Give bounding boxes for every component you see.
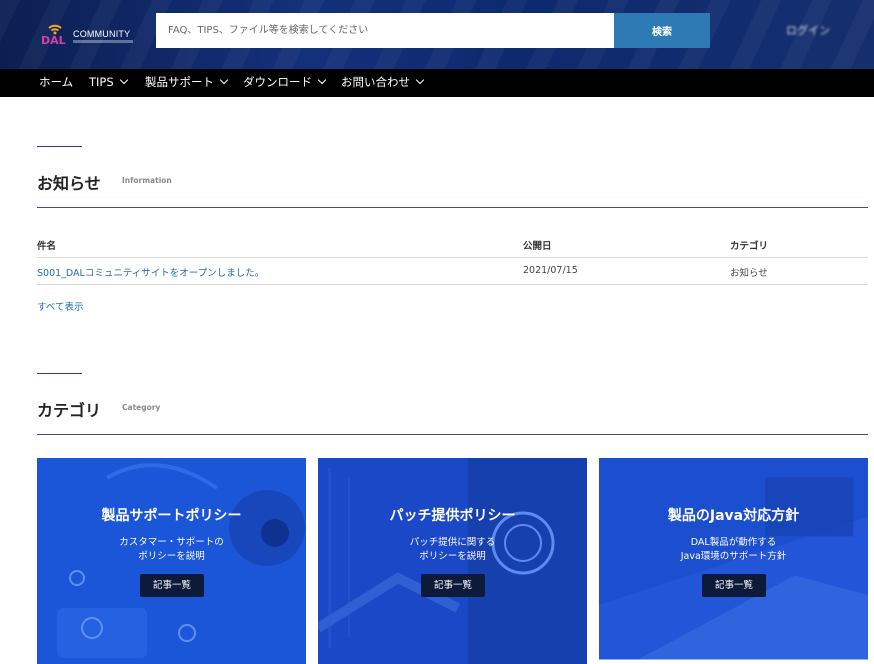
articles-button[interactable]: 記事一覧: [421, 574, 485, 597]
news-section-subtitle: Information: [122, 176, 172, 185]
card-description-line: ポリシーを説明: [138, 551, 205, 562]
logo-tagline-bar: [73, 40, 133, 43]
chevron-down-icon: [119, 75, 128, 85]
nav-item-download[interactable]: ダウンロード: [243, 69, 327, 97]
card-description-line: ポリシーを説明: [419, 551, 486, 562]
chevron-down-icon: [317, 75, 327, 85]
category-card-patch-policy[interactable]: パッチ提供ポリシー パッチ提供に関する ポリシーを説明 記事一覧: [318, 458, 587, 664]
main-nav: ホーム TIPS 製品サポート ダウンロード お問い合わせ: [0, 69, 874, 97]
site-header: DAL COMMUNITY 検索 ログイン: [0, 0, 874, 69]
nav-item-label: ホーム: [39, 75, 74, 89]
nav-item-label: 製品サポート: [145, 75, 214, 89]
logo-wordmark: COMMUNITY: [73, 29, 131, 39]
nav-item-contact[interactable]: お問い合わせ: [341, 69, 425, 97]
nav-item-product-support[interactable]: 製品サポート: [145, 69, 229, 97]
section-accent-line: [37, 146, 82, 147]
table-divider: [37, 284, 868, 285]
column-header-date[interactable]: 公開日: [523, 238, 552, 252]
nav-item-tips[interactable]: TIPS: [89, 69, 128, 97]
card-description-line: Java環境のサポート方針: [680, 551, 787, 562]
card-description-line: DAL製品が動作する: [690, 537, 777, 548]
chevron-down-icon: [219, 75, 229, 85]
search-input[interactable]: [156, 13, 614, 48]
show-all-link[interactable]: すべて表示: [37, 299, 83, 313]
card-description: パッチ提供に関する ポリシーを説明: [318, 536, 587, 564]
site-logo[interactable]: DAL COMMUNITY: [40, 17, 136, 47]
category-section-title: カテゴリ: [37, 401, 102, 420]
card-title: パッチ提供ポリシー: [389, 508, 516, 524]
card-title: 製品サポートポリシー: [101, 508, 242, 524]
search-button[interactable]: 検索: [614, 13, 710, 48]
articles-button[interactable]: 記事一覧: [140, 574, 204, 597]
category-card-java-policy[interactable]: 製品のJava対応方針 DAL製品が動作する Java環境のサポート方針 記事一…: [599, 458, 868, 664]
news-subject-link[interactable]: S001_DALコミュニティサイトをオープンしました。: [37, 265, 264, 279]
column-header-subject[interactable]: 件名: [37, 238, 56, 252]
card-description: DAL製品が動作する Java環境のサポート方針: [599, 536, 868, 564]
nav-item-label: ダウンロード: [243, 75, 312, 89]
login-link[interactable]: ログイン: [786, 22, 830, 38]
card-description-line: カスタマー・サポートの: [119, 537, 224, 548]
card-description: カスタマー・サポートの ポリシーを説明: [37, 536, 306, 564]
nav-item-home[interactable]: ホーム: [39, 69, 73, 97]
news-date: 2021/07/15: [523, 265, 578, 276]
category-section-subtitle: Category: [122, 403, 161, 412]
category-card-support-policy[interactable]: 製品サポートポリシー カスタマー・サポートの ポリシーを説明 記事一覧: [37, 458, 306, 664]
section-divider: [37, 207, 868, 208]
nav-item-label: お問い合わせ: [341, 75, 410, 89]
articles-button[interactable]: 記事一覧: [702, 574, 766, 597]
table-divider: [37, 257, 868, 258]
section-divider: [37, 434, 868, 435]
nav-item-label: TIPS: [89, 75, 114, 89]
column-header-category[interactable]: カテゴリ: [730, 238, 768, 252]
card-title: 製品のJava対応方針: [667, 508, 800, 524]
news-category: お知らせ: [730, 268, 768, 279]
wifi-logo-icon: DAL: [41, 24, 66, 47]
news-section-title: お知らせ: [37, 174, 101, 193]
logo-letters: DAL: [41, 34, 66, 47]
section-accent-line: [37, 373, 82, 374]
chevron-down-icon: [415, 75, 425, 85]
card-description-line: パッチ提供に関する: [409, 537, 496, 548]
